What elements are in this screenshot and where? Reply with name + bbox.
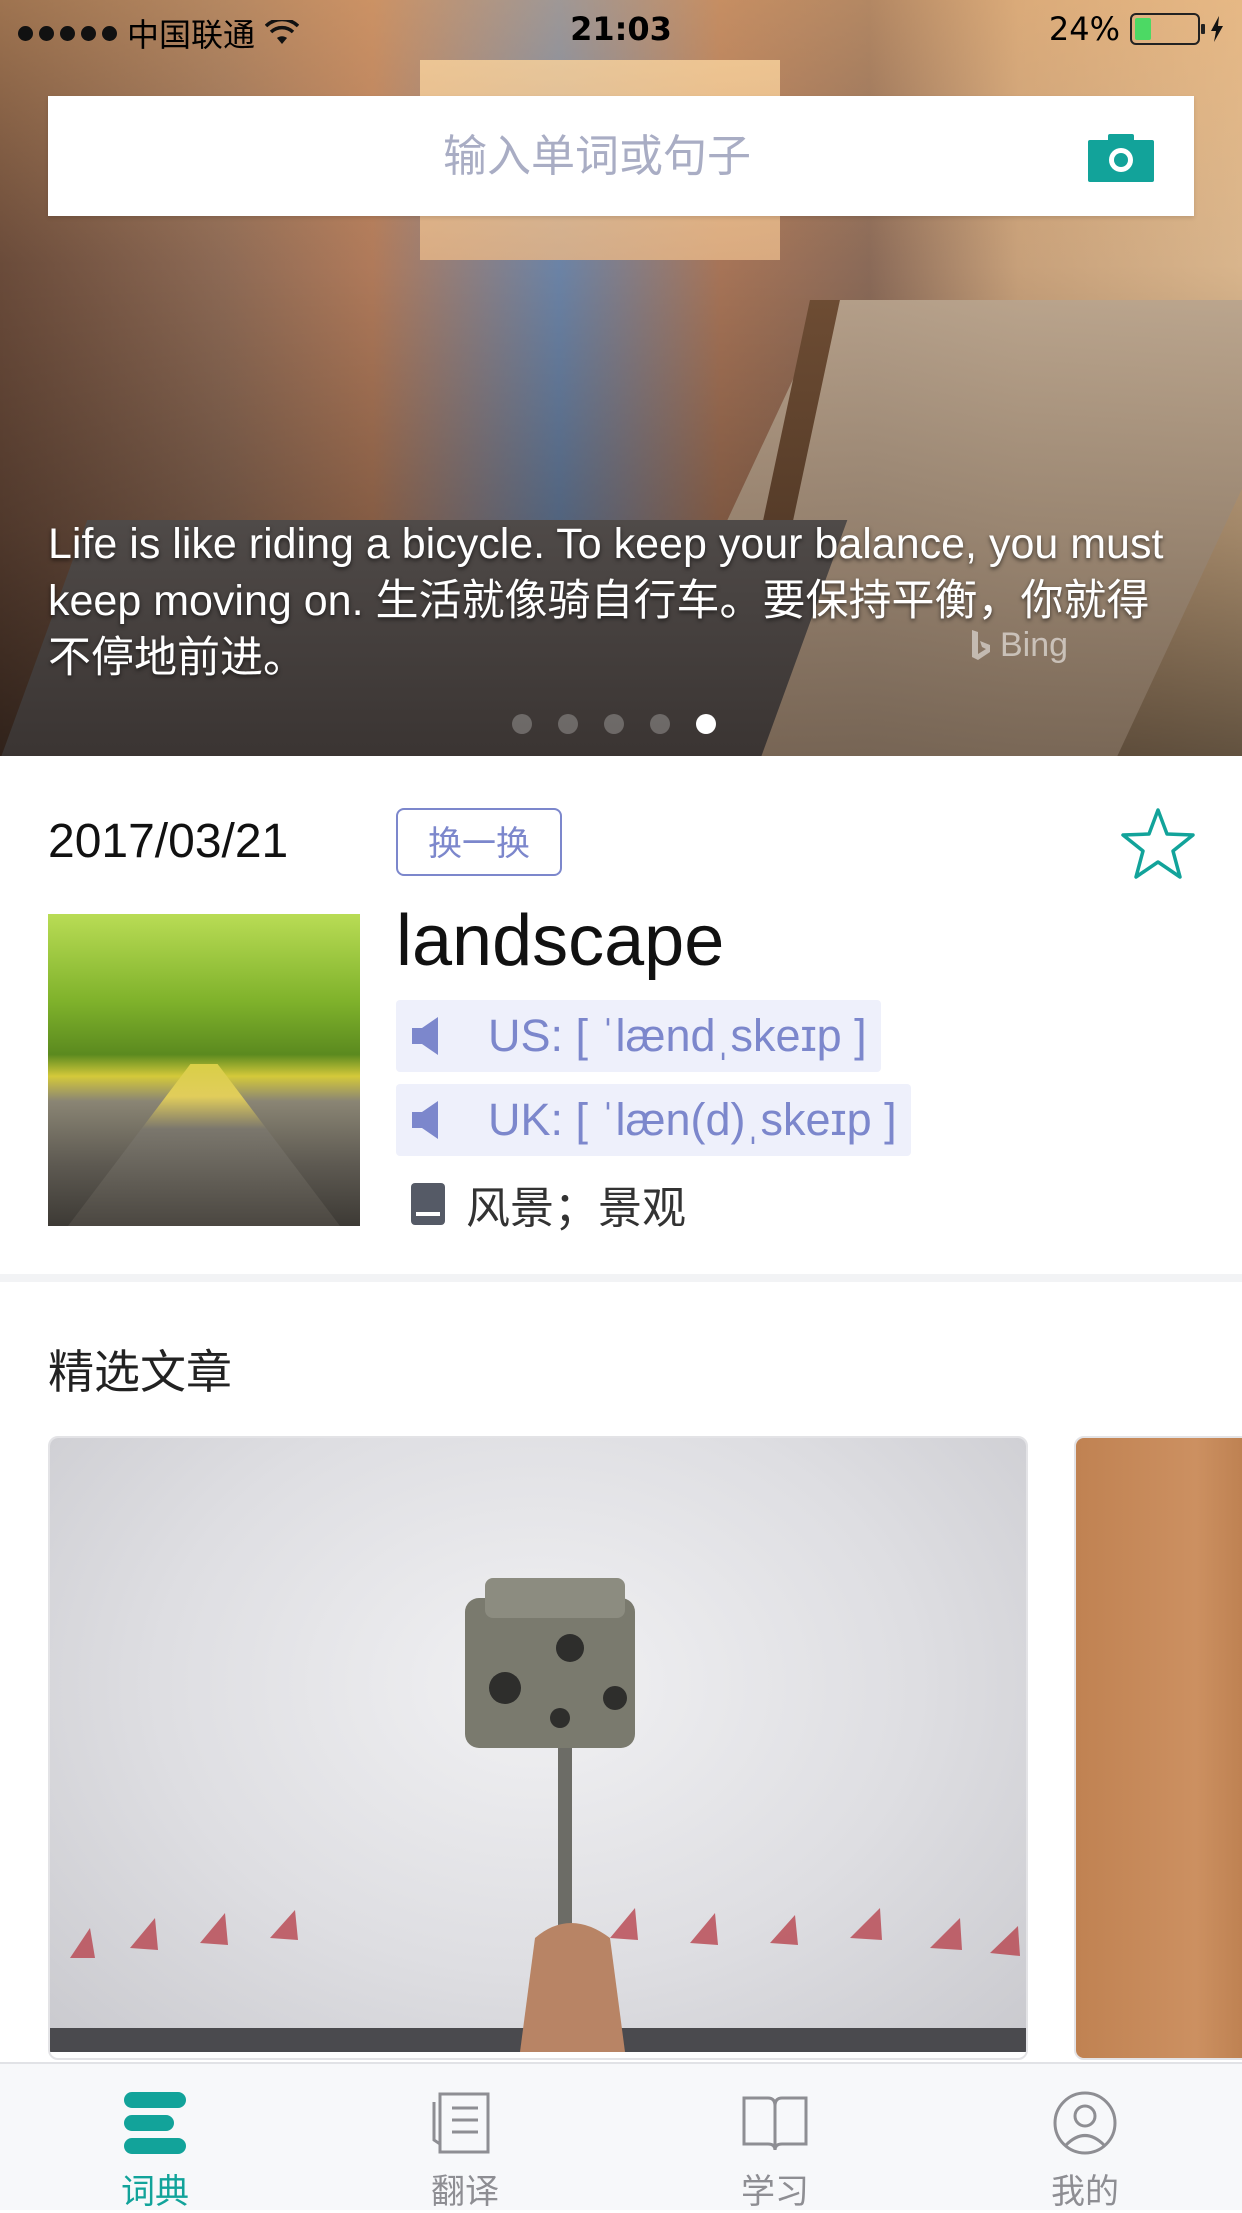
favorite-star-icon[interactable] (1120, 806, 1196, 882)
bing-label: Bing (1000, 626, 1069, 664)
article-illustration (50, 1578, 1026, 2052)
banner[interactable]: 中国联通 21:03 24% Life is like riding a bic… (0, 0, 1242, 756)
tab-label: 学习 (741, 2172, 809, 2212)
book-icon (742, 2096, 808, 2151)
uk-pronunciation-button[interactable]: UK: [ ˈlæn(d)ˌskeɪp ] (396, 1084, 911, 1156)
us-pronunciation-button[interactable]: US: [ ˈlændˌskeɪp ] (396, 1000, 881, 1072)
article-card-next[interactable] (1074, 1436, 1242, 2060)
bing-watermark: Bing (970, 626, 1068, 665)
tab-label: 我的 (1051, 2172, 1119, 2212)
tab-label: 翻译 (431, 2172, 499, 2212)
featured-articles-title: 精选文章 (48, 1345, 232, 1399)
us-pronunciation-text: US: [ ˈlændˌskeɪp ] (488, 1010, 867, 1061)
article-photo (50, 1438, 1026, 2052)
pager-dot[interactable] (604, 714, 624, 734)
section-divider (0, 1274, 1242, 1282)
uk-pronunciation-text: UK: [ ˈlæn(d)ˌskeɪp ] (488, 1094, 897, 1145)
tab-translate[interactable]: 翻译 (310, 2064, 620, 2212)
article-card[interactable] (48, 1436, 1028, 2060)
pager-dot[interactable] (558, 714, 578, 734)
word-image-road (68, 1064, 340, 1226)
battery-percent: 24% (1048, 10, 1120, 48)
profile-icon (1053, 2091, 1117, 2155)
pager-dot-active[interactable] (696, 714, 716, 734)
change-word-button[interactable]: 换一换 (396, 808, 562, 876)
bing-logo-icon (972, 629, 990, 660)
search-bar[interactable] (48, 96, 1194, 216)
translate-icon (432, 2092, 490, 2154)
pager-dot[interactable] (512, 714, 532, 734)
battery-icon (1130, 13, 1205, 45)
tab-label: 词典 (121, 2172, 189, 2212)
banner-pager[interactable] (512, 714, 716, 734)
camera-icon[interactable] (1088, 134, 1154, 182)
pager-dot[interactable] (650, 714, 670, 734)
search-input[interactable] (48, 96, 1048, 216)
word-image (48, 914, 360, 1226)
tab-bar: 词典 翻译 学习 我的 (0, 2062, 1242, 2212)
speaker-icon (412, 1017, 438, 1055)
tab-profile[interactable]: 我的 (930, 2064, 1240, 2212)
meaning-text: 风景；景观 (466, 1183, 686, 1234)
dictionary-icon (124, 2092, 186, 2154)
tab-dictionary[interactable]: 词典 (0, 2064, 310, 2212)
word-date: 2017/03/21 (48, 815, 289, 868)
tab-study[interactable]: 学习 (620, 2064, 930, 2212)
charging-icon (1211, 16, 1223, 42)
word-headword[interactable]: landscape (396, 900, 724, 982)
speaker-icon (412, 1101, 438, 1139)
status-bar: 中国联通 21:03 24% (0, 0, 1242, 62)
book-icon (411, 1183, 445, 1225)
word-meaning: 风景；景观 (410, 1172, 686, 1236)
